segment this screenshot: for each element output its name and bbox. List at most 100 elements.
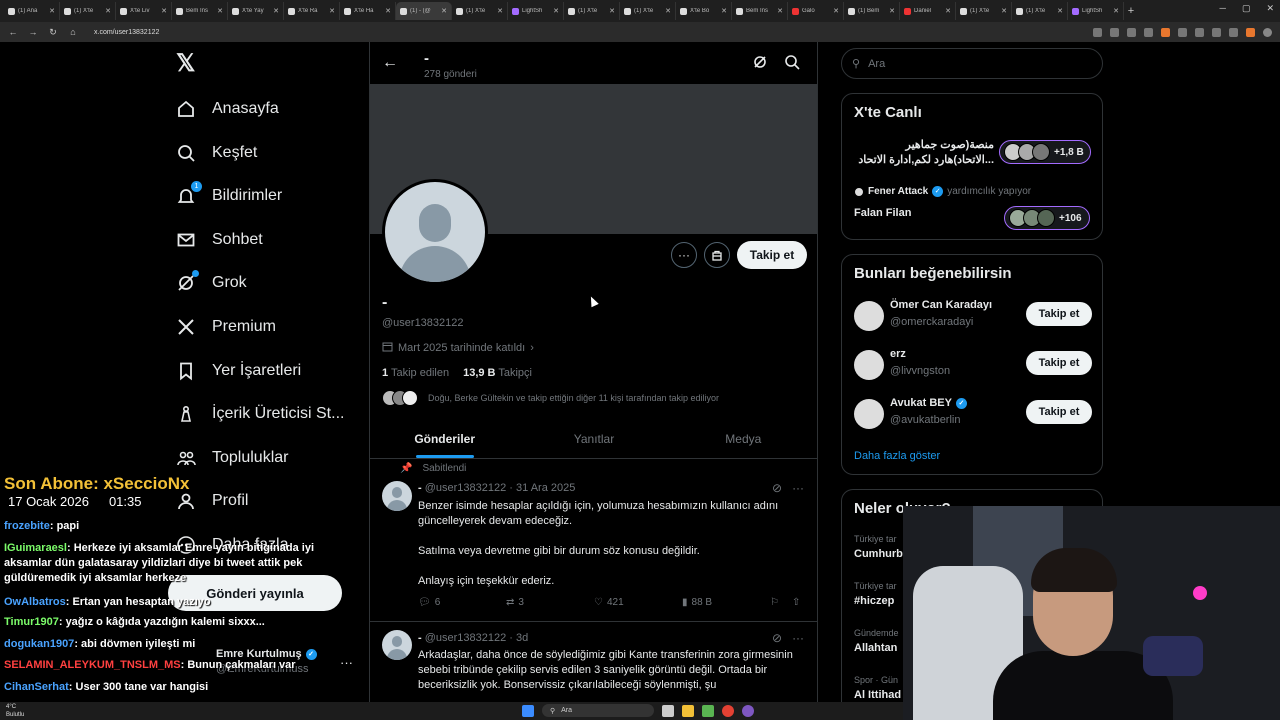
extension-icon[interactable] bbox=[1229, 27, 1238, 37]
task-view-icon[interactable] bbox=[662, 704, 674, 717]
tweet-meta[interactable]: @user13832122 · 31 Ara 2025 bbox=[425, 482, 576, 494]
sidebar-item-flask[interactable]: İçerik Üreticisi St... bbox=[176, 399, 344, 429]
like-button[interactable]: ♡ 421 bbox=[594, 597, 682, 608]
pinned-tweet[interactable]: 📌 Sabitlendi - @user13832122 · 31 Ara 202… bbox=[370, 459, 817, 622]
tweet-author[interactable]: - bbox=[418, 482, 422, 494]
profile-avatar[interactable] bbox=[382, 179, 488, 285]
tab-replies[interactable]: Yanıtlar bbox=[519, 419, 668, 458]
tab-close-icon[interactable]: ✕ bbox=[385, 7, 391, 15]
tweet-meta[interactable]: @user13832122 · 3d bbox=[425, 632, 529, 644]
reply-button[interactable]: 💬︎ 6 bbox=[418, 597, 506, 608]
suggestion-name[interactable]: Avukat BEY bbox=[890, 397, 952, 409]
browser-tab[interactable]: Bem Ins ✕ bbox=[732, 2, 788, 20]
browser-tab[interactable]: (1) - (@ ✕ bbox=[396, 2, 452, 20]
browser-tab[interactable]: (1) X'te ✕ bbox=[60, 2, 116, 20]
live-space-title[interactable]: منصة(صوت جماهير الاتحاد)هارد لكم,ادارة ا… bbox=[854, 138, 994, 168]
share-icon[interactable]: ⇧ bbox=[792, 597, 808, 608]
tab-close-icon[interactable]: ✕ bbox=[945, 7, 951, 15]
tab-close-icon[interactable]: ✕ bbox=[105, 7, 111, 15]
tab-close-icon[interactable]: ✕ bbox=[777, 7, 783, 15]
extension-icon[interactable] bbox=[1195, 27, 1204, 37]
tab-media[interactable]: Medya bbox=[669, 419, 817, 458]
tab-close-icon[interactable]: ✕ bbox=[721, 7, 727, 15]
views-button[interactable]: ▮ 88 B bbox=[682, 597, 770, 608]
browser-tab[interactable]: Bem Ins ✕ bbox=[172, 2, 228, 20]
suggestion-row[interactable]: Avukat BEY ✓ @avukatberlin Takip et bbox=[854, 397, 1092, 431]
follow-button[interactable]: Takip et bbox=[737, 241, 807, 269]
live-listeners-pill[interactable]: +1,8 B bbox=[999, 140, 1091, 164]
trend-name[interactable]: Allahtan bbox=[854, 642, 897, 654]
more-icon[interactable]: ··· bbox=[792, 481, 804, 495]
sidebar-item-search[interactable]: Keşfet bbox=[176, 138, 257, 168]
search-icon[interactable] bbox=[784, 54, 800, 75]
follow-button[interactable]: Takip et bbox=[1026, 302, 1092, 326]
browser-tab[interactable]: Daniel ✕ bbox=[900, 2, 956, 20]
grok-icon[interactable]: ⊘ bbox=[772, 631, 782, 645]
followed-by-row[interactable]: Doğu, Berke Gültekin ve takip ettiğin di… bbox=[382, 390, 719, 406]
close-icon[interactable]: ✕ bbox=[1266, 3, 1274, 14]
avatar[interactable] bbox=[854, 301, 884, 331]
browser-tab[interactable]: (1) X'te ✕ bbox=[956, 2, 1012, 20]
menu-icon[interactable] bbox=[1263, 27, 1272, 37]
url-field[interactable]: x.com/user13832122 bbox=[88, 25, 1083, 40]
tab-close-icon[interactable]: ✕ bbox=[1001, 7, 1007, 15]
extension-icon[interactable] bbox=[1110, 27, 1119, 37]
live-space-title[interactable]: Falan Filan bbox=[854, 206, 911, 221]
reload-icon[interactable]: ↻ bbox=[48, 27, 58, 38]
windows-start-icon[interactable] bbox=[522, 704, 534, 717]
extension-icon[interactable] bbox=[1144, 27, 1153, 37]
tab-close-icon[interactable]: ✕ bbox=[665, 7, 671, 15]
back-arrow-icon[interactable]: ← bbox=[382, 54, 398, 72]
new-tab-icon[interactable]: + bbox=[1124, 5, 1138, 17]
extension-icon[interactable] bbox=[1093, 27, 1102, 37]
browser-tab[interactable]: LightSh ✕ bbox=[508, 2, 564, 20]
store-icon[interactable] bbox=[702, 704, 714, 717]
tab-close-icon[interactable]: ✕ bbox=[273, 7, 279, 15]
live-host-name[interactable]: Fener Attack bbox=[868, 186, 928, 197]
live-listeners-pill[interactable]: +106 bbox=[1004, 206, 1090, 230]
extension-icon[interactable] bbox=[1178, 27, 1187, 37]
show-more-link[interactable]: Daha fazla göster bbox=[854, 450, 940, 462]
sidebar-item-bell[interactable]: 1 Bildirimler bbox=[176, 181, 282, 211]
suggestion-name[interactable]: Ömer Can Karadayı bbox=[890, 299, 992, 311]
sidebar-item-x[interactable]: Premium bbox=[176, 312, 276, 342]
search-input[interactable]: ⚲ Ara bbox=[841, 48, 1103, 79]
following-link[interactable]: 1 Takip edilen bbox=[382, 367, 449, 379]
app-icon[interactable] bbox=[742, 704, 754, 717]
browser-tab[interactable]: (1) Ana ✕ bbox=[4, 2, 60, 20]
browser-tab[interactable]: X'te Ha ✕ bbox=[340, 2, 396, 20]
taskbar-search[interactable]: ⚲ Ara bbox=[542, 704, 654, 717]
more-icon[interactable]: ··· bbox=[792, 631, 804, 645]
trend-name[interactable]: #hiczep bbox=[854, 595, 894, 607]
followers-link[interactable]: 13,9 B Takipçi bbox=[463, 367, 532, 379]
suggestion-row[interactable]: erz @livvngston Takip et bbox=[854, 348, 1092, 382]
folder-icon[interactable] bbox=[682, 704, 694, 717]
avatar[interactable] bbox=[382, 481, 412, 511]
avatar[interactable] bbox=[382, 630, 412, 660]
profile-avatar-icon[interactable] bbox=[1246, 27, 1255, 37]
browser-tab[interactable]: X'te Ra ✕ bbox=[284, 2, 340, 20]
grok-icon[interactable] bbox=[752, 54, 768, 75]
avatar[interactable] bbox=[854, 350, 884, 380]
puzzle-icon[interactable] bbox=[1212, 27, 1221, 37]
follow-button[interactable]: Takip et bbox=[1026, 351, 1092, 375]
trend-name[interactable]: Al Ittihad bbox=[854, 689, 901, 701]
tab-close-icon[interactable]: ✕ bbox=[329, 7, 335, 15]
tab-close-icon[interactable]: ✕ bbox=[553, 7, 559, 15]
tab-close-icon[interactable]: ✕ bbox=[49, 7, 55, 15]
browser-tab[interactable]: Galo ✕ bbox=[788, 2, 844, 20]
tab-close-icon[interactable]: ✕ bbox=[217, 7, 223, 15]
tab-close-icon[interactable]: ✕ bbox=[1113, 7, 1119, 15]
browser-tab[interactable]: X'te Bo ✕ bbox=[676, 2, 732, 20]
sidebar-item-home[interactable]: Anasayfa bbox=[176, 94, 279, 124]
star-icon[interactable] bbox=[1127, 27, 1136, 37]
minimize-icon[interactable]: ─ bbox=[1220, 3, 1226, 14]
tab-close-icon[interactable]: ✕ bbox=[889, 7, 895, 15]
browser-tab[interactable]: LightSh ✕ bbox=[1068, 2, 1124, 20]
weather-widget[interactable]: 4°C Bulutlu bbox=[6, 702, 24, 719]
repost-button[interactable]: ⇄ 3 bbox=[506, 597, 594, 608]
browser-tab[interactable]: (1) X'te ✕ bbox=[564, 2, 620, 20]
tab-close-icon[interactable]: ✕ bbox=[833, 7, 839, 15]
tab-close-icon[interactable]: ✕ bbox=[609, 7, 615, 15]
extension-icon[interactable] bbox=[1161, 27, 1170, 37]
